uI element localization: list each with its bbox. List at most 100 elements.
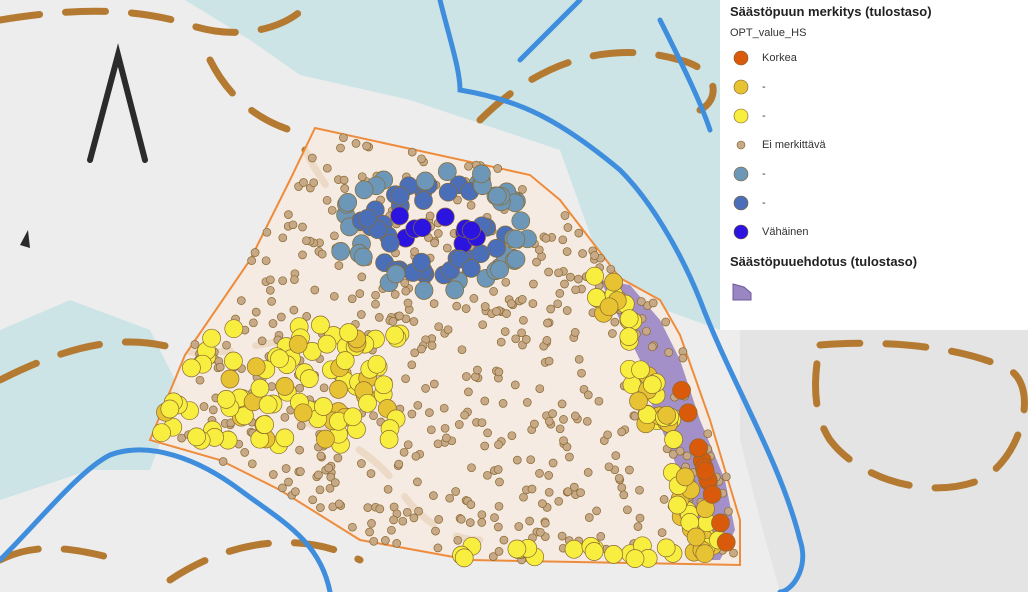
tree-point-minor	[560, 279, 569, 289]
tree-point-minor	[517, 328, 526, 338]
tree-point-mid-value	[250, 378, 270, 398]
tree-point-low-value	[338, 193, 358, 212]
tree-point-minor	[363, 503, 373, 512]
tree-point-minor	[555, 289, 565, 298]
tree-point-mid-value	[182, 358, 201, 378]
legend-class-label: Ei merkittävä	[762, 138, 826, 151]
tree-point-minor	[429, 491, 438, 500]
tree-point-minor	[265, 285, 275, 295]
tree-point-minor	[548, 409, 557, 418]
tree-point-minor	[721, 472, 731, 482]
tree-point-minor	[566, 272, 575, 282]
tree-point-minor	[480, 396, 490, 406]
legend-class-circle	[733, 79, 749, 94]
tree-point-minor	[574, 354, 584, 364]
tree-point-minor	[536, 527, 545, 537]
legend-class-swatch	[730, 76, 752, 98]
tree-point-minor	[394, 459, 404, 469]
tree-point-minor	[494, 440, 503, 450]
tree-point-mid-value	[629, 391, 648, 411]
tree-point-minor	[288, 220, 298, 230]
tree-point-minor	[538, 499, 547, 508]
tree-point-minor	[511, 334, 521, 344]
tree-point-low-value	[511, 211, 531, 231]
legend-class-swatch	[730, 221, 752, 243]
tree-point-mid-value	[288, 334, 308, 354]
tree-point-mid-value	[657, 405, 677, 425]
tree-point-minor	[439, 403, 449, 413]
tree-point-minor	[329, 291, 339, 301]
legend-class-row: -	[730, 72, 1018, 101]
tree-point-mid-value	[385, 325, 405, 345]
tree-point-minor	[402, 507, 412, 517]
tree-point-minor	[469, 294, 479, 303]
legend-class-swatch	[730, 134, 752, 156]
tree-point-minor	[434, 322, 444, 332]
tree-point-low-value	[354, 180, 374, 200]
tree-point-low-value	[416, 171, 435, 191]
tree-point-minor	[519, 315, 528, 325]
tree-point-minor	[417, 344, 426, 354]
tree-point-minor	[199, 402, 209, 411]
tree-point-minor	[555, 424, 565, 434]
tree-point-low-value	[487, 186, 507, 206]
tree-point-minor	[724, 506, 733, 516]
legend-proposal-row	[730, 277, 1018, 306]
tree-point-mid-value	[664, 430, 683, 449]
tree-point-low-value	[506, 229, 526, 249]
tree-point-minor	[494, 367, 504, 377]
tree-point-minor	[357, 459, 366, 468]
tree-point-low-value	[506, 249, 526, 269]
tree-point-minor	[501, 277, 511, 287]
tree-point-low-value	[461, 259, 481, 278]
tree-point-low-value	[390, 186, 410, 206]
tree-point-minor	[240, 448, 250, 457]
tree-point-minor	[529, 279, 538, 289]
tree-point-minor	[625, 465, 634, 475]
legend-class-label: Vähäinen	[762, 225, 809, 238]
tree-point-low-value	[445, 280, 465, 300]
tree-point-minor	[560, 211, 570, 220]
tree-point-minor	[374, 313, 384, 322]
tree-point-minor	[514, 522, 524, 531]
legend-class-label: Korkea	[762, 51, 797, 64]
tree-point-mid-value	[314, 397, 333, 416]
tree-point-mid-value	[367, 354, 387, 374]
tree-point-minor	[493, 164, 503, 173]
tree-point-minor	[544, 471, 554, 480]
tree-point-minor	[319, 383, 329, 393]
tree-point-low-value	[462, 220, 481, 240]
tree-point-mid-value	[293, 403, 313, 423]
tree-point-minor	[369, 536, 379, 546]
tree-point-minor	[407, 409, 417, 419]
tree-point-minor	[407, 147, 417, 157]
tree-point-minor	[517, 295, 527, 304]
tree-point-minor	[465, 518, 475, 527]
tree-point-minor	[594, 396, 604, 406]
tree-point-minor	[299, 178, 308, 187]
tree-point-minor	[411, 451, 421, 461]
tree-point-minor	[500, 327, 510, 336]
tree-point-mid-value	[604, 272, 623, 292]
tree-point-mid-value	[619, 327, 639, 346]
tree-point-minor	[433, 229, 443, 238]
tree-point-low-value	[413, 218, 432, 238]
tree-point-minor	[409, 513, 419, 523]
tree-point-minor	[367, 519, 376, 528]
tree-point-minor	[298, 250, 307, 260]
tree-point-minor	[296, 467, 305, 476]
tree-point-mid-value	[668, 495, 687, 515]
tree-point-minor	[506, 299, 516, 309]
tree-point-minor	[554, 496, 564, 506]
tree-point-minor	[334, 261, 344, 270]
tree-point-minor	[347, 294, 357, 304]
tree-point-low-value	[414, 281, 434, 300]
tree-point-minor	[387, 525, 396, 535]
tree-point-minor	[543, 318, 552, 328]
tree-point-mid-value	[258, 395, 278, 415]
tree-point-minor	[530, 419, 539, 429]
legend-class-swatch	[730, 192, 752, 214]
tree-point-minor	[195, 375, 205, 385]
tree-point-minor	[327, 205, 337, 215]
tree-point-minor	[583, 390, 593, 400]
